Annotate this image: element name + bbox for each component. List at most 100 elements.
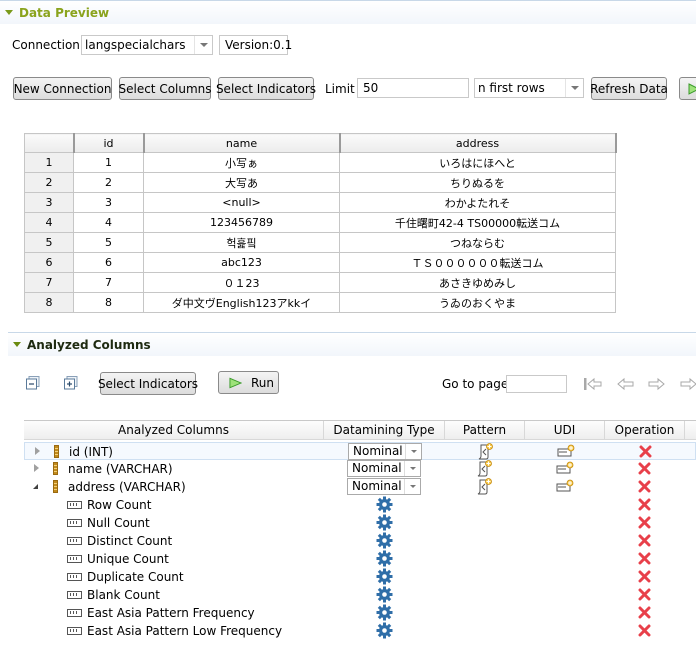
analyzed-column-row[interactable]: name (VARCHAR) Nominal — [24, 460, 696, 478]
datamining-type-select[interactable]: Nominal — [347, 478, 421, 495]
data-preview-header[interactable]: Data Preview — [0, 0, 696, 24]
header-pattern[interactable]: Pattern — [445, 421, 525, 440]
chevron-down-icon[interactable] — [194, 36, 212, 54]
collapse-all-icon[interactable] — [26, 376, 40, 390]
column-header-name[interactable]: name — [143, 133, 341, 153]
gear-icon[interactable] — [376, 604, 393, 621]
header-datamining-type[interactable]: Datamining Type — [324, 421, 445, 440]
row-mode-value: n first rows — [478, 81, 545, 95]
run-preview-button[interactable] — [679, 77, 696, 100]
table-row[interactable]: 5 5 헉흝핔 つねならむ — [24, 232, 616, 253]
gear-icon[interactable] — [376, 496, 393, 513]
chevron-down-icon[interactable] — [565, 79, 583, 97]
column-header-address[interactable]: address — [339, 133, 617, 153]
expand-toggle-icon[interactable] — [33, 484, 38, 489]
add-udi-icon[interactable] — [557, 444, 575, 458]
indicator-row[interactable]: East Asia Pattern Low Frequency — [24, 622, 696, 640]
analyzed-column-row[interactable]: address (VARCHAR) Nominal — [24, 478, 696, 496]
table-row[interactable]: 8 8 ダ中文ヴEnglish123アkkイ うゐのおくやま — [24, 292, 616, 313]
gear-icon[interactable] — [376, 568, 393, 585]
chevron-down-icon[interactable] — [404, 479, 420, 494]
delete-icon[interactable] — [638, 462, 651, 475]
indicator-row[interactable]: Blank Count — [24, 586, 696, 604]
play-icon — [229, 377, 242, 388]
goto-page-input[interactable] — [506, 375, 567, 393]
delete-icon[interactable] — [638, 606, 651, 619]
table-row[interactable]: 1 1 小写ぁ いろはにほへと — [24, 152, 616, 173]
expand-toggle-icon[interactable] — [34, 464, 39, 472]
last-page-icon[interactable] — [679, 377, 696, 391]
add-pattern-icon[interactable] — [477, 443, 493, 460]
table-row[interactable]: 3 3 <null> わかよたれそ — [24, 192, 616, 213]
indicator-icon — [67, 555, 82, 563]
delete-icon[interactable] — [639, 445, 652, 458]
indicator-row[interactable]: Null Count — [24, 514, 696, 532]
select-indicators-button[interactable]: Select Indicators — [216, 77, 316, 100]
delete-icon[interactable] — [638, 624, 651, 637]
expand-toggle-icon[interactable] — [35, 447, 40, 455]
collapse-triangle-icon[interactable] — [5, 10, 13, 15]
analyzed-columns-tree-header: Analyzed Columns Datamining Type Pattern… — [24, 420, 696, 440]
analyzed-columns-header[interactable]: Analyzed Columns — [8, 332, 696, 356]
table-row[interactable]: 2 2 大写あ ちりぬるを — [24, 172, 616, 193]
indicator-icon — [67, 519, 82, 527]
gear-icon[interactable] — [376, 514, 393, 531]
table-row[interactable]: 4 4 123456789 千住曙町42-4 TS00000転送コム — [24, 212, 616, 233]
delete-icon[interactable] — [638, 516, 651, 529]
add-udi-icon[interactable] — [556, 479, 574, 493]
column-header-id[interactable]: id — [73, 133, 145, 153]
delete-icon[interactable] — [638, 498, 651, 511]
previous-page-icon[interactable] — [617, 377, 635, 391]
collapse-triangle-icon[interactable] — [13, 342, 21, 347]
column-name: name (VARCHAR) — [68, 462, 173, 476]
connection-select[interactable]: langspecialchars — [81, 35, 213, 55]
indicator-row[interactable]: Duplicate Count — [24, 568, 696, 586]
indicator-row[interactable]: Row Count — [24, 496, 696, 514]
select-indicators-button-analyzed[interactable]: Select Indicators — [98, 372, 198, 395]
indicator-name: Row Count — [87, 498, 152, 512]
indicator-row[interactable]: Unique Count — [24, 550, 696, 568]
header-operation[interactable]: Operation — [605, 421, 685, 440]
add-udi-icon[interactable] — [556, 461, 574, 475]
indicator-row[interactable]: East Asia Pattern Frequency — [24, 604, 696, 622]
datamining-type-select[interactable]: Nominal — [347, 460, 421, 477]
add-pattern-icon[interactable] — [476, 460, 492, 477]
table-row[interactable]: 6 6 abc123 ＴＳ００００００転送コム — [24, 252, 616, 273]
gear-icon[interactable] — [376, 532, 393, 549]
indicator-row[interactable]: Distinct Count — [24, 532, 696, 550]
limit-input[interactable]: 50 — [357, 78, 469, 98]
header-udi[interactable]: UDI — [525, 421, 605, 440]
gear-icon[interactable] — [376, 586, 393, 603]
delete-icon[interactable] — [638, 552, 651, 565]
gear-icon[interactable] — [376, 550, 393, 567]
column-icon — [53, 462, 58, 475]
chevron-down-icon[interactable] — [404, 461, 420, 476]
first-page-icon[interactable] — [583, 377, 603, 391]
column-header-rownum[interactable] — [24, 133, 75, 153]
table-row[interactable]: 7 7 ０１23 あさきゆめみし — [24, 272, 616, 293]
cell-name: 小写ぁ — [143, 152, 340, 173]
delete-icon[interactable] — [638, 570, 651, 583]
header-analyzed-columns[interactable]: Analyzed Columns — [24, 421, 324, 440]
limit-value: 50 — [363, 81, 379, 95]
new-connection-button[interactable]: New Connection — [13, 77, 112, 100]
analyzed-column-row[interactable]: id (INT) Nominal — [24, 442, 696, 460]
next-page-icon[interactable] — [647, 377, 665, 391]
delete-icon[interactable] — [638, 534, 651, 547]
datamining-type-value: Nominal — [352, 479, 402, 493]
indicator-name: Duplicate Count — [87, 570, 184, 584]
datamining-type-select[interactable]: Nominal — [348, 443, 422, 460]
gear-icon[interactable] — [376, 622, 393, 639]
chevron-down-icon[interactable] — [405, 444, 421, 459]
version-value: Version:0.1 — [225, 38, 293, 52]
row-number: 7 — [24, 272, 74, 293]
select-columns-button[interactable]: Select Columns — [118, 77, 212, 100]
add-pattern-icon[interactable] — [476, 478, 492, 495]
delete-icon[interactable] — [638, 480, 651, 493]
row-mode-select[interactable]: n first rows — [474, 78, 584, 98]
run-button[interactable]: Run — [218, 371, 279, 394]
refresh-data-button[interactable]: Refresh Data — [590, 77, 668, 100]
datamining-type-value: Nominal — [352, 461, 402, 475]
delete-icon[interactable] — [638, 588, 651, 601]
expand-all-icon[interactable] — [64, 376, 78, 390]
